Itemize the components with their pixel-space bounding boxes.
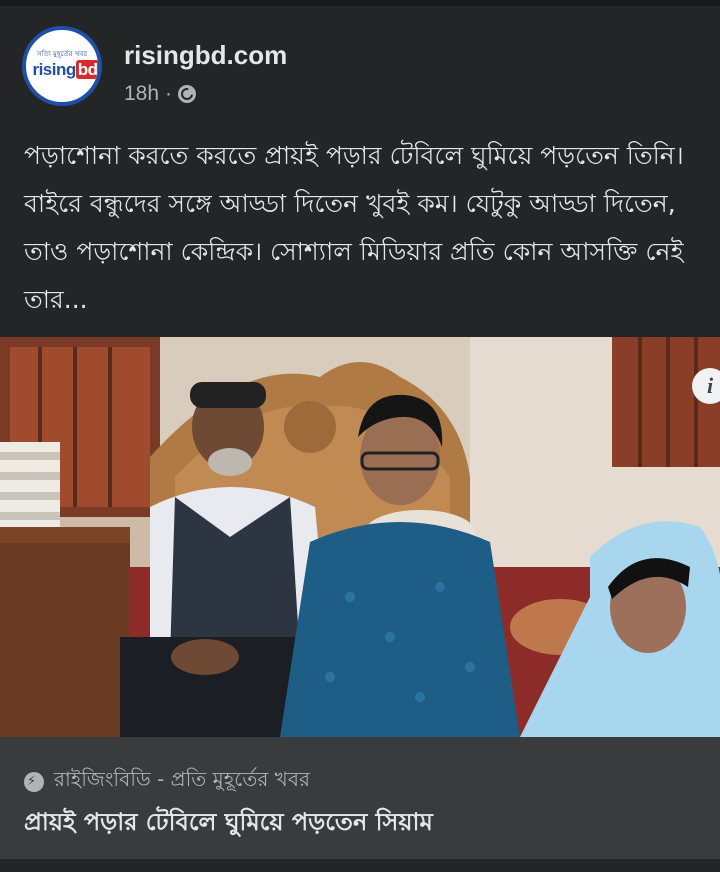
- bolt-icon: [24, 771, 44, 792]
- meta-separator: ·: [165, 82, 173, 105]
- bottom-area: [0, 859, 720, 872]
- post-text: পড়াশোনা করতে করতে প্রায়ই পড়ার টেবিলে …: [24, 141, 684, 314]
- info-icon[interactable]: i: [692, 368, 720, 404]
- link-source-row: রাইজিংবিডি - প্রতি মুহূর্তের খবর: [24, 765, 310, 798]
- post-photo[interactable]: [0, 337, 720, 737]
- avatar-tagline: সত্যি মুহূর্তের খবর: [36, 50, 88, 58]
- risingbd-logo: rising bd: [30, 60, 98, 80]
- post-meta: 18h ·: [124, 82, 197, 106]
- page-avatar[interactable]: সত্যি মুহূর্তের খবর rising bd: [22, 26, 102, 106]
- link-source: রাইজিংবিডি - প্রতি মুহূর্তের খবর: [54, 767, 310, 791]
- link-headline[interactable]: প্রায়ই পড়ার টেবিলে ঘুমিয়ে পড়তেন সিয়…: [24, 804, 433, 844]
- page-name-link[interactable]: risingbd.com: [124, 40, 287, 71]
- globe-icon[interactable]: [178, 85, 197, 103]
- post-header: [0, 6, 720, 116]
- photo-illustration: [0, 337, 720, 737]
- post-time[interactable]: 18h: [124, 82, 159, 106]
- logo-text-bd: bd: [75, 60, 98, 79]
- logo-text-rising: rising: [32, 60, 76, 79]
